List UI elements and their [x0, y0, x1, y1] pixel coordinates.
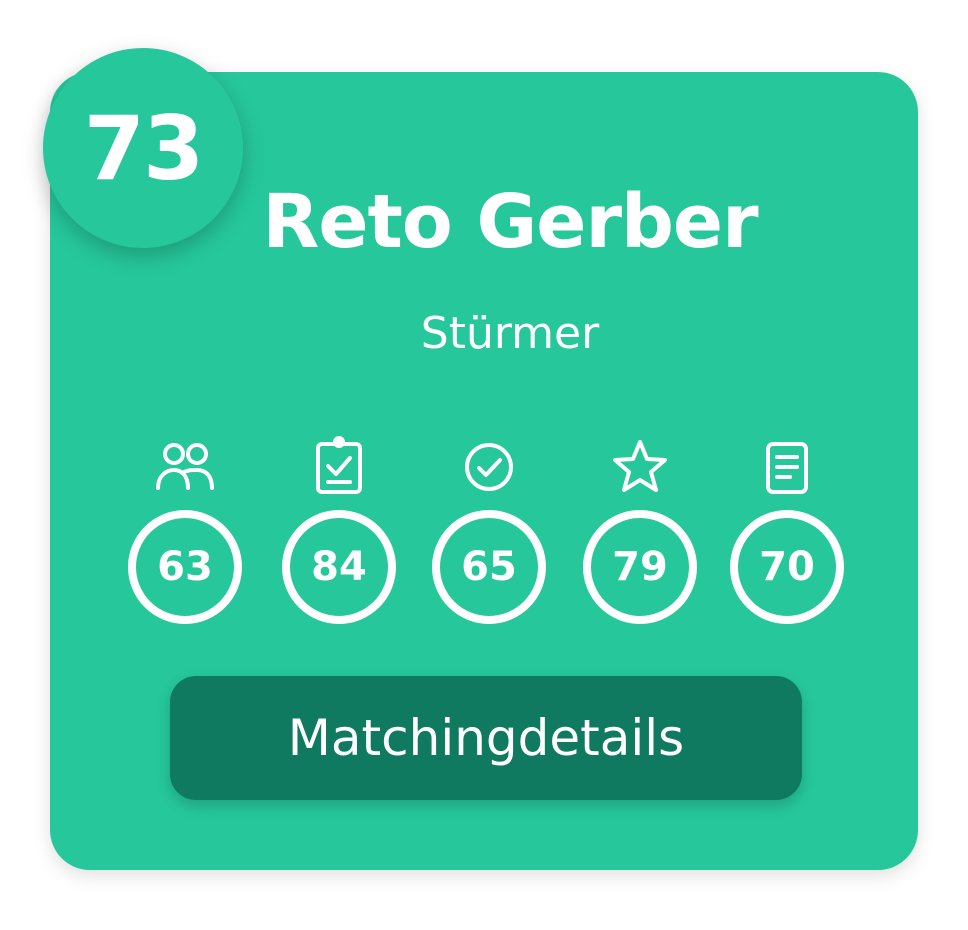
- metric-item: 70: [722, 432, 852, 624]
- metric-item: 84: [274, 432, 404, 624]
- metric-score: 79: [583, 510, 697, 624]
- metric-item: 79: [575, 432, 705, 624]
- metric-score: 84: [282, 510, 396, 624]
- player-position: Stürmer: [420, 308, 600, 359]
- document-icon: [752, 432, 822, 502]
- overall-score-badge: 73: [43, 48, 243, 248]
- matching-details-button[interactable]: Matchingdetails: [170, 676, 802, 800]
- check-circle-icon: [454, 432, 524, 502]
- metric-score: 70: [730, 510, 844, 624]
- star-icon: [605, 432, 675, 502]
- metric-item: 63: [120, 432, 250, 624]
- player-name: Reto Gerber: [262, 179, 758, 265]
- overall-score-value: 73: [83, 96, 204, 200]
- metric-score: 65: [432, 510, 546, 624]
- clipboard-check-icon: [304, 432, 374, 502]
- metric-score: 63: [128, 510, 242, 624]
- users-icon: [150, 432, 220, 502]
- metric-item: 65: [424, 432, 554, 624]
- matching-details-label: Matchingdetails: [287, 709, 685, 767]
